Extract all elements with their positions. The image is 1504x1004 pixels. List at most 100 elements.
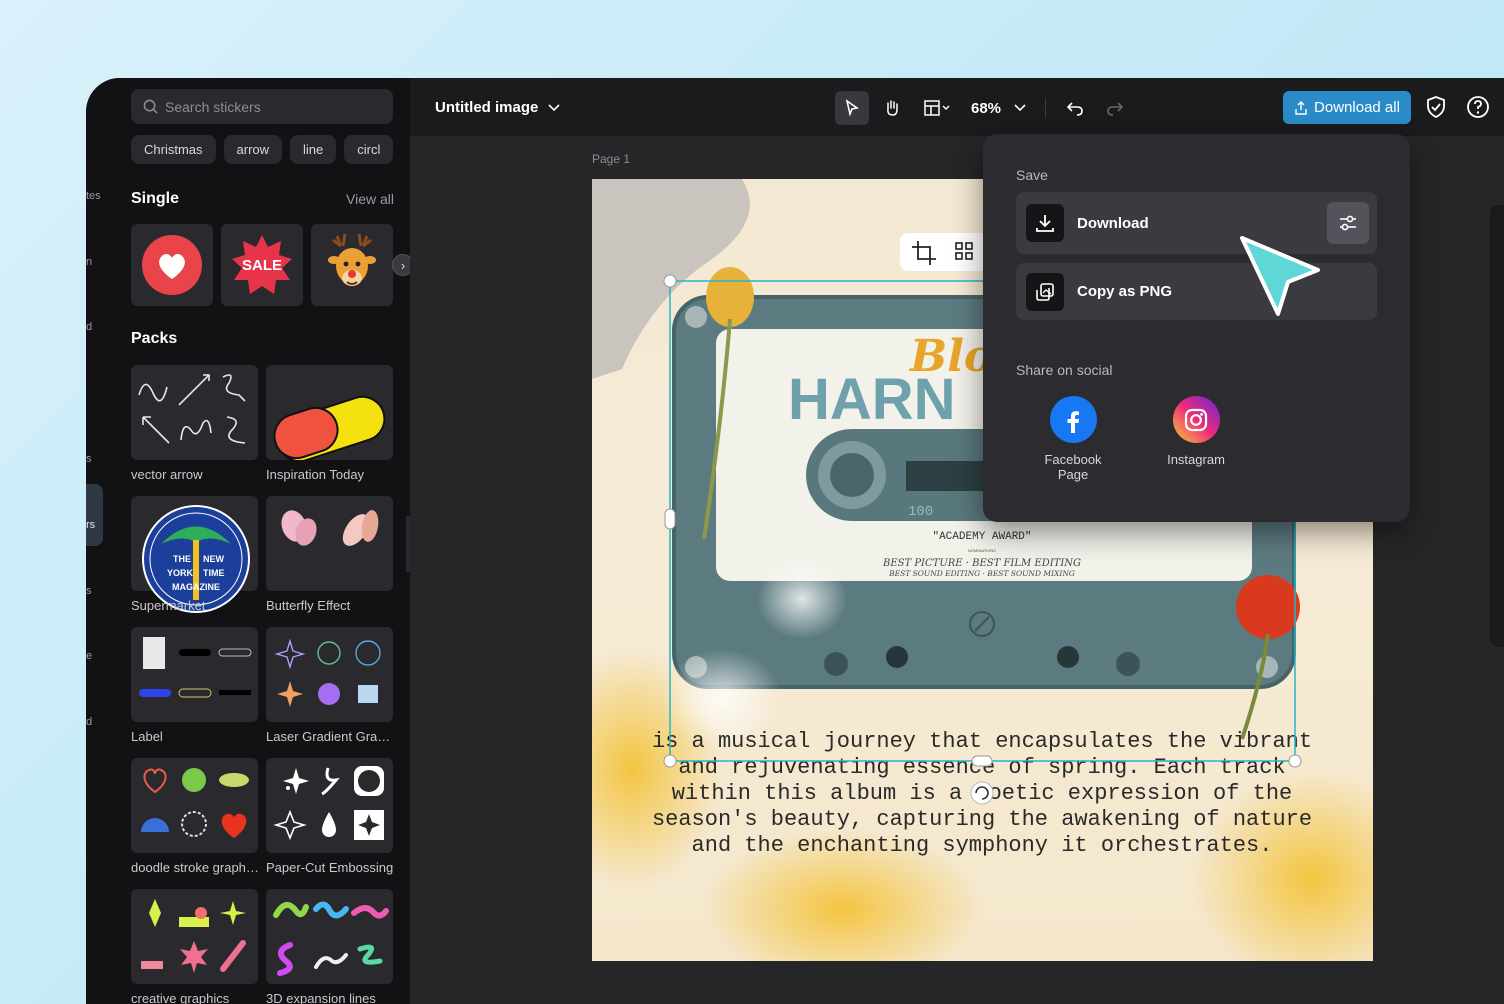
pack-laser-gradient[interactable]: Laser Gradient Graph...: [266, 627, 396, 758]
cassette-award: "ACADEMY AWARD": [932, 531, 1031, 543]
pack-doodle-stroke[interactable]: doodle stroke graphics: [131, 758, 261, 889]
body-line-4: season's beauty, capturing the awakening…: [652, 807, 1312, 832]
sale-sticker-icon: SALE: [232, 235, 292, 294]
rail-item-templates[interactable]: tes: [86, 190, 116, 202]
laser-gradient-icon: [274, 638, 381, 707]
download-all-button[interactable]: Download all: [1283, 91, 1411, 124]
pack-thumbnail: [266, 496, 393, 591]
rail-item-brand[interactable]: d: [86, 716, 116, 728]
pack-inspiration-today[interactable]: Inspiration Today: [266, 365, 393, 496]
pack-supermarket[interactable]: THE NEW YORK TIME MAGAZINE Supermarket: [131, 496, 258, 627]
creative-graphics-icon: [141, 899, 246, 973]
vector-arrows-icon: [138, 374, 246, 444]
reindeer-sticker-icon: [328, 233, 376, 286]
download-popup: Save Download Copy as PNG Share on socia…: [983, 134, 1410, 522]
instagram-icon: [1172, 396, 1220, 443]
heart-sticker-icon: [142, 235, 202, 295]
copy-image-icon: [1026, 272, 1064, 311]
badge-text-the: THE: [173, 554, 191, 564]
chevron-down-icon: [1014, 104, 1026, 112]
document-title-text: Untitled image: [435, 99, 539, 116]
cassette-line2: BEST SOUND EDITING · BEST SOUND MIXING: [888, 569, 1075, 578]
pack-butterfly-effect[interactable]: Butterfly Effect: [266, 496, 393, 627]
butterfly-icon: [281, 510, 379, 546]
download-all-label: Download all: [1314, 99, 1400, 116]
layout-tool-button[interactable]: [915, 91, 959, 125]
zoom-dropdown-button[interactable]: [1007, 91, 1033, 125]
view-all-link[interactable]: View all: [346, 191, 394, 207]
chip-line[interactable]: line: [290, 135, 337, 164]
rail-item-upload[interactable]: d: [86, 321, 116, 333]
pack-label-shapes[interactable]: Label: [131, 627, 258, 758]
facebook-share-button[interactable]: Facebook Page: [1028, 396, 1118, 482]
cassette-big-title: HARN: [788, 367, 956, 432]
sticker-heart[interactable]: [131, 224, 213, 306]
hand-tool-button[interactable]: [875, 91, 909, 125]
rail-active-indicator: [86, 484, 103, 546]
stickers-panel: Search stickers Christmas arrow line cir…: [116, 78, 414, 1004]
pack-vector-arrow[interactable]: vector arrow: [131, 365, 258, 496]
cursor-arrow-icon: [1240, 236, 1320, 316]
share-section-title: Share on social: [1016, 362, 1113, 378]
search-input[interactable]: Search stickers: [131, 89, 393, 124]
share-icon: [1295, 100, 1307, 115]
rail-item-frames[interactable]: e: [86, 650, 116, 662]
sticker-reindeer[interactable]: [311, 224, 393, 306]
chip-circle[interactable]: circl: [344, 135, 393, 164]
pack-label: Inspiration Today: [266, 467, 365, 482]
help-icon[interactable]: [1466, 95, 1490, 119]
single-section-title: Single: [131, 190, 180, 207]
pack-paper-cut[interactable]: Paper-Cut Embossing: [266, 758, 393, 889]
shield-icon[interactable]: [1424, 95, 1448, 119]
instagram-label: Instagram: [1167, 452, 1225, 467]
pointer-icon: [845, 99, 859, 117]
rail-item-shapes[interactable]: s: [86, 585, 116, 597]
packs-grid: vector arrow Inspiration Today THE NEW Y…: [131, 365, 396, 1004]
save-section-title: Save: [1016, 167, 1048, 183]
pack-thumbnail: [131, 365, 258, 460]
pack-thumbnail: [266, 365, 393, 460]
chevron-down-icon: [548, 103, 560, 111]
pack-label: vector arrow: [131, 467, 203, 482]
undo-icon: [1066, 102, 1083, 116]
document-title[interactable]: Untitled image: [435, 99, 560, 116]
rail-item-design[interactable]: n: [86, 256, 116, 268]
sticker-sale[interactable]: SALE: [221, 224, 303, 306]
packs-section-title: Packs: [131, 330, 178, 347]
pack-thumbnail: [131, 627, 258, 722]
redo-button[interactable]: [1098, 91, 1132, 125]
pack-thumbnail: [266, 889, 393, 984]
rail-item-stickers[interactable]: rs: [86, 519, 116, 531]
badge-text-time: TIME: [203, 568, 225, 578]
cassette-nominations: NOMINATIONS: [968, 548, 996, 553]
top-toolbar: Untitled image 68% Download all: [410, 78, 1504, 136]
download-settings-button[interactable]: [1327, 202, 1369, 244]
pack-label: Paper-Cut Embossing: [266, 860, 394, 875]
cassette-counter: 100: [908, 504, 933, 520]
copy-as-png-label: Copy as PNG: [1077, 283, 1173, 300]
instagram-share-button[interactable]: Instagram: [1151, 396, 1241, 467]
chip-arrow[interactable]: arrow: [223, 135, 283, 164]
undo-button[interactable]: [1058, 91, 1092, 125]
hand-icon: [887, 100, 898, 116]
body-line-1: is a musical journey that encapsulates t…: [652, 729, 1312, 754]
pack-3d-expansion-lines[interactable]: 3D expansion lines: [266, 889, 393, 1004]
download-label: Download: [1077, 214, 1149, 232]
flower-red: [1236, 575, 1300, 639]
badge-text-york: YORK: [167, 568, 194, 578]
pack-label: Label: [131, 729, 163, 744]
pack-creative-graphics[interactable]: creative graphics: [131, 889, 258, 1004]
pack-label: Laser Gradient Graph...: [266, 729, 396, 744]
zoom-level[interactable]: 68%: [971, 100, 1001, 117]
select-tool-button[interactable]: [835, 91, 869, 125]
pack-thumbnail: [266, 758, 393, 853]
rotate-handle[interactable]: [970, 781, 994, 805]
layout-icon: [924, 100, 950, 116]
chip-christmas[interactable]: Christmas: [131, 135, 216, 164]
page-label: Page 1: [592, 152, 631, 166]
single-stickers-row: SALE: [131, 224, 393, 306]
right-side-panel-tab[interactable]: [1490, 205, 1504, 647]
rail-item-elements[interactable]: s: [86, 453, 116, 465]
search-placeholder: Search stickers: [165, 98, 261, 115]
pack-label: Supermarket: [131, 598, 206, 613]
